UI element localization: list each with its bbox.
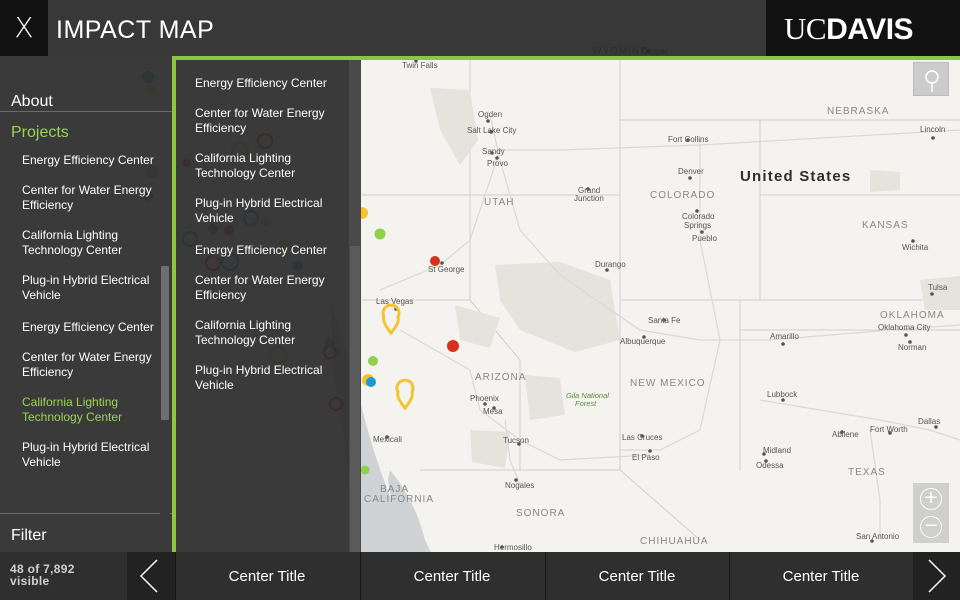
logo-davis: DAVIS: [826, 13, 914, 46]
visible-count: 48 of 7,892 visible: [10, 563, 75, 587]
header-bar: X IMPACT MAP UCDAVIS: [0, 0, 960, 56]
submenu-item[interactable]: California Lighting Technology Center: [195, 318, 345, 348]
previous-button[interactable]: [127, 552, 175, 600]
submenu-item[interactable]: Energy Efficiency Center: [195, 76, 345, 91]
submenu-scrollbar-thumb[interactable]: [350, 246, 360, 552]
nav-filter[interactable]: Filter: [11, 527, 47, 545]
sidebar-project-item[interactable]: Center for Water Energy Efficiency: [22, 350, 162, 380]
sidebar-project-item[interactable]: Plug-in Hybrid Electrical Vehicle: [22, 440, 162, 470]
location-pin-button[interactable]: [913, 62, 949, 96]
submenu-item[interactable]: Plug-in Hybrid Electrical Vehicle: [195, 363, 345, 393]
submenu-item[interactable]: California Lighting Technology Center: [195, 151, 345, 181]
nav-about[interactable]: About: [11, 93, 53, 111]
submenu-item[interactable]: Energy Efficiency Center: [195, 243, 345, 258]
visible-count-label: visible: [10, 574, 50, 588]
center-card[interactable]: Center Title: [729, 552, 912, 600]
submenu-item[interactable]: Center for Water Energy Efficiency: [195, 106, 345, 136]
ucdavis-logo: UCDAVIS: [766, 0, 960, 56]
divider: [0, 513, 172, 514]
pin-icon: [925, 70, 939, 92]
center-card[interactable]: Center Title: [175, 552, 358, 600]
submenu-item[interactable]: Center for Water Energy Efficiency: [195, 273, 345, 303]
chevron-left-icon: [139, 559, 158, 593]
sidebar-project-item[interactable]: Center for Water Energy Efficiency: [22, 183, 162, 213]
sidebar-scrollbar-thumb[interactable]: [161, 266, 169, 420]
zoom-in-icon[interactable]: +: [920, 488, 942, 510]
sidebar-project-item[interactable]: Energy Efficiency Center: [22, 153, 162, 168]
zoom-out-icon[interactable]: −: [920, 516, 942, 538]
next-button[interactable]: [913, 552, 960, 600]
sidebar-project-item[interactable]: California Lighting Technology Center: [22, 228, 162, 258]
nav-projects[interactable]: Projects: [11, 124, 69, 142]
submenu-item[interactable]: Plug-in Hybrid Electrical Vehicle: [195, 196, 345, 226]
page-title: IMPACT MAP: [56, 16, 215, 44]
divider: [0, 111, 172, 112]
logo-uc: UC: [784, 11, 827, 46]
sidebar-project-item[interactable]: Plug-in Hybrid Electrical Vehicle: [22, 273, 162, 303]
impact-map-app: NEBRASKA UTAH COLORADO KANSAS ARIZONA NE…: [0, 0, 960, 600]
zoom-controls: + −: [913, 483, 949, 543]
center-card[interactable]: Center Title: [360, 552, 543, 600]
chevron-right-icon: [928, 559, 947, 593]
center-card[interactable]: Center Title: [545, 552, 728, 600]
close-button[interactable]: X: [0, 0, 48, 56]
sidebar-project-item-active[interactable]: California Lighting Technology Center: [22, 395, 162, 425]
sidebar: About Projects Filter: [0, 56, 172, 552]
sidebar-project-item[interactable]: Energy Efficiency Center: [22, 320, 162, 335]
bottom-bar: 48 of 7,892 visible Center Title Center …: [0, 552, 960, 600]
